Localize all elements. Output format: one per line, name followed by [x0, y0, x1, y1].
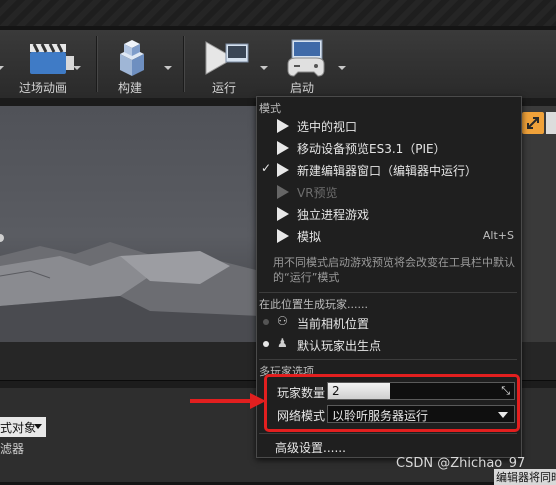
menu-item-label: 模拟	[297, 230, 322, 244]
simulate-icon	[277, 229, 289, 243]
player-start-icon: ♟	[277, 336, 288, 350]
play-button[interactable]: 运行	[190, 30, 270, 98]
expand-arrows-icon	[527, 117, 539, 129]
chevron-down-icon	[34, 424, 42, 429]
menu-item-mobile-preview[interactable]: 移动设备预览ES3.1（PIE）	[257, 137, 519, 158]
chevron-down-icon[interactable]	[0, 66, 4, 70]
cinematics-label: 过场动画	[19, 81, 68, 95]
menu-item-default-player-start[interactable]: ♟ 默认玩家出生点	[257, 334, 519, 355]
menu-item-advanced-settings[interactable]: 高级设置......	[257, 436, 519, 457]
shortcut-text: Alt+S	[482, 229, 514, 242]
annotation-arrow-icon	[250, 393, 266, 409]
section-header-modes: 模式	[259, 102, 281, 115]
level-viewport[interactable]	[0, 106, 260, 342]
filter-label: 滤器	[0, 442, 25, 456]
maximize-viewport-button[interactable]	[522, 112, 544, 134]
build-button[interactable]: 构建	[100, 30, 180, 98]
menu-item-label: 新建编辑器窗口（编辑器中运行）	[297, 164, 478, 178]
viewport-scene	[0, 234, 260, 342]
toolbar-separator	[96, 36, 97, 92]
mobile-preview-icon	[277, 141, 289, 155]
menu-item-vr-preview[interactable]: VR预览	[257, 181, 519, 202]
menu-item-label: 默认玩家出生点	[297, 339, 382, 353]
menu-item-label: 选中的视口	[297, 120, 358, 134]
checkmark-icon: ✓	[261, 161, 272, 175]
mode-hint-text: 用不同模式启动游戏预览将会改变在工具栏中默认的“运行”模式	[273, 256, 515, 284]
launch-label: 启动	[290, 81, 315, 95]
object-type-label: 式对象	[0, 421, 37, 435]
title-bar	[0, 0, 556, 26]
menu-separator	[259, 292, 517, 293]
menu-item-label: 移动设备预览ES3.1（PIE）	[297, 142, 446, 156]
camera-icon: ⚇	[277, 314, 288, 328]
play-label: 运行	[212, 81, 237, 95]
launch-button[interactable]: 启动	[276, 30, 356, 98]
menu-item-current-camera[interactable]: ⚇ 当前相机位置	[257, 312, 519, 333]
section-header-spawn: 在此位置生成玩家......	[259, 298, 368, 311]
highlight-box	[264, 374, 520, 432]
menu-item-label: VR预览	[297, 186, 338, 200]
object-type-dropdown[interactable]: 式对象	[0, 417, 46, 437]
menu-item-label: 独立进程游戏	[297, 208, 370, 222]
menu-item-standalone-game[interactable]: 独立进程游戏	[257, 203, 519, 224]
menu-item-new-editor-window[interactable]: ✓ 新建编辑器窗口（编辑器中运行）	[257, 159, 519, 180]
menu-separator	[259, 433, 517, 434]
menu-item-simulate[interactable]: 模拟 Alt+S	[257, 225, 519, 246]
radio-icon	[263, 319, 269, 325]
menu-item-label: 当前相机位置	[297, 317, 370, 331]
chevron-down-icon[interactable]	[338, 66, 346, 70]
menu-separator	[259, 359, 517, 360]
chevron-down-icon[interactable]	[260, 66, 268, 70]
play-icon	[277, 119, 289, 133]
menu-item-label: 高级设置......	[275, 441, 346, 455]
build-label: 构建	[118, 81, 143, 95]
main-toolbar: 过场动画 构建 运行 启动	[0, 30, 556, 99]
chevron-down-icon[interactable]	[164, 66, 172, 70]
launch-gamepad-icon	[287, 39, 325, 77]
chevron-down-icon[interactable]	[73, 66, 81, 70]
radio-selected-icon	[263, 341, 269, 347]
cinematics-clapper-icon	[30, 43, 74, 74]
cinematics-button[interactable]: 过场动画	[14, 30, 94, 98]
toolbar-separator	[183, 36, 184, 92]
viewport-side-panel	[520, 106, 556, 342]
corner-tooltip-text: 编辑器将同时	[494, 469, 556, 485]
new-window-play-icon	[277, 163, 289, 177]
play-icon	[205, 41, 249, 75]
standalone-game-icon	[277, 207, 289, 221]
vr-preview-icon	[277, 185, 289, 199]
viewport-option-button[interactable]	[546, 112, 556, 134]
build-blocks-icon	[120, 40, 144, 76]
menu-item-selected-viewport[interactable]: 选中的视口	[257, 115, 519, 136]
